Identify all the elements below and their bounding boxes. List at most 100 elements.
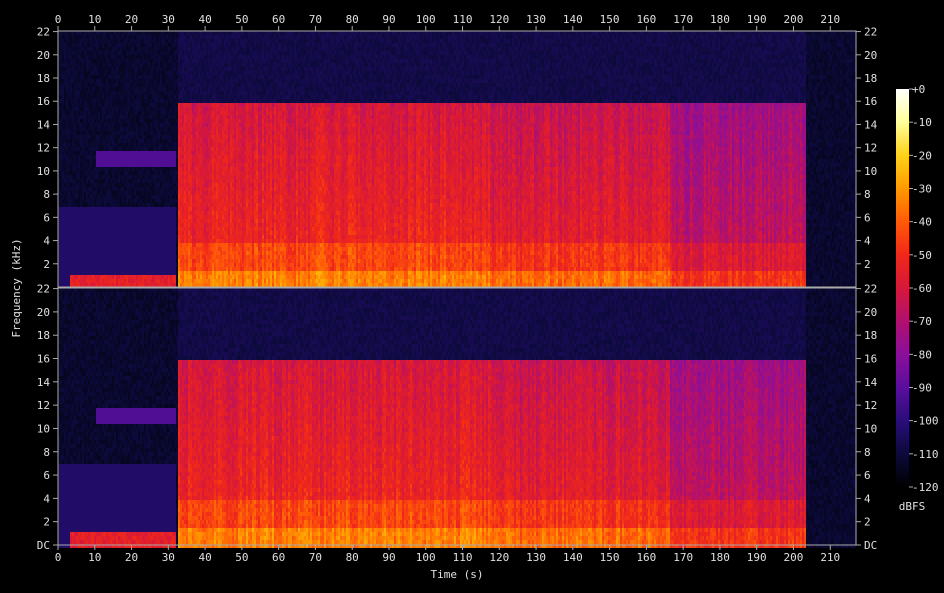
spectrogram-cell bbox=[118, 95, 120, 99]
spectrogram-cell bbox=[64, 151, 66, 155]
spectrogram-cell bbox=[196, 155, 198, 159]
spectrogram-cell bbox=[182, 199, 184, 203]
spectrogram-cell bbox=[194, 95, 196, 99]
spectrogram-cell bbox=[60, 63, 62, 67]
spectrogram-cell bbox=[128, 207, 130, 211]
spectrogram-cell bbox=[194, 159, 196, 163]
spectrogram-cell bbox=[132, 159, 134, 163]
spectrogram-cell bbox=[106, 95, 108, 99]
spectrogram-cell bbox=[70, 251, 72, 255]
spectrogram-cell bbox=[198, 219, 200, 223]
spectrogram-cell bbox=[138, 107, 140, 111]
spectrogram-cell bbox=[172, 39, 174, 43]
spectrogram-cell bbox=[140, 215, 142, 219]
spectrogram-cell bbox=[90, 195, 92, 199]
spectrogram-cell bbox=[180, 55, 182, 59]
spectrogram-cell bbox=[78, 51, 80, 55]
spectrogram-cell bbox=[114, 143, 116, 147]
spectrogram-cell bbox=[130, 151, 132, 155]
spectrogram-cell bbox=[86, 99, 88, 103]
spectrogram-cell bbox=[210, 67, 212, 71]
spectrogram-cell bbox=[138, 139, 140, 143]
spectrogram-cell bbox=[200, 227, 202, 231]
spectrogram-cell bbox=[114, 87, 116, 91]
spectrogram-cell bbox=[186, 259, 188, 263]
spectrogram-cell bbox=[118, 115, 120, 119]
spectrogram-cell bbox=[68, 47, 70, 51]
spectrogram-cell bbox=[140, 183, 142, 187]
spectrogram-cell bbox=[98, 255, 100, 259]
spectrogram-cell bbox=[170, 135, 172, 139]
spectrogram-cell bbox=[116, 43, 118, 47]
spectrogram-cell bbox=[92, 191, 94, 195]
spectrogram-cell bbox=[126, 99, 128, 103]
spectrogram-cell bbox=[204, 135, 206, 139]
spectrogram-cell bbox=[208, 135, 210, 139]
spectrogram-cell bbox=[148, 155, 150, 159]
spectrogram-cell bbox=[144, 219, 146, 223]
spectrogram-cell bbox=[76, 111, 78, 115]
spectrogram-cell bbox=[202, 199, 204, 203]
spectrogram-cell bbox=[94, 227, 96, 231]
spectrogram-cell bbox=[172, 47, 174, 51]
spectrogram-cell bbox=[78, 267, 80, 271]
spectrogram-cell bbox=[132, 83, 134, 87]
spectrogram-cell bbox=[68, 147, 70, 151]
spectrogram-cell bbox=[136, 123, 138, 127]
spectrogram-cell bbox=[172, 195, 174, 199]
spectrogram-cell bbox=[186, 91, 188, 95]
spectrogram-cell bbox=[128, 95, 130, 99]
spectrogram-cell bbox=[108, 187, 110, 191]
spectrogram-cell bbox=[110, 231, 112, 235]
spectrogram-cell bbox=[110, 203, 112, 207]
spectrogram-cell bbox=[86, 159, 88, 163]
spectrogram-cell bbox=[148, 159, 150, 163]
spectrogram-cell bbox=[142, 279, 144, 283]
spectrogram-cell bbox=[210, 71, 212, 75]
spectrogram-cell bbox=[74, 251, 76, 255]
spectrogram-cell bbox=[174, 267, 176, 271]
spectrogram-cell bbox=[78, 139, 80, 143]
spectrogram-cell bbox=[208, 231, 210, 235]
spectrogram-cell bbox=[76, 71, 78, 75]
spectrogram-cell bbox=[192, 155, 194, 159]
spectrogram-cell bbox=[118, 167, 120, 171]
spectrogram-cell bbox=[120, 79, 122, 83]
spectrogram-cell bbox=[84, 139, 86, 143]
spectrogram-cell bbox=[72, 187, 74, 191]
spectrogram-cell bbox=[86, 55, 88, 59]
spectrogram-cell bbox=[100, 47, 102, 51]
spectrogram-cell bbox=[158, 247, 160, 251]
spectrogram-cell bbox=[192, 91, 194, 95]
spectrogram-cell bbox=[128, 267, 130, 271]
spectrogram-cell bbox=[148, 111, 150, 115]
spectrogram-cell bbox=[112, 155, 114, 159]
spectrogram-cell bbox=[174, 123, 176, 127]
spectrogram-cell bbox=[154, 111, 156, 115]
spectrogram-cell bbox=[188, 111, 190, 115]
spectrogram-cell bbox=[208, 235, 210, 239]
spectrogram-cell bbox=[182, 239, 184, 243]
spectrogram-cell bbox=[166, 131, 168, 135]
spectrogram-cell bbox=[206, 235, 208, 239]
spectrogram-cell bbox=[70, 131, 72, 135]
spectrogram-cell bbox=[200, 83, 202, 87]
spectrogram-cell bbox=[76, 183, 78, 187]
spectrogram-cell bbox=[126, 79, 128, 83]
spectrogram-cell bbox=[196, 195, 198, 199]
spectrogram-cell bbox=[90, 191, 92, 195]
spectrogram-cell bbox=[136, 71, 138, 75]
spectrogram-cell bbox=[168, 271, 170, 275]
spectrogram-cell bbox=[178, 239, 180, 243]
spectrogram-cell bbox=[176, 135, 178, 139]
spectrogram-cell bbox=[124, 59, 126, 63]
spectrogram-cell bbox=[166, 219, 168, 223]
spectrogram-cell bbox=[196, 199, 198, 203]
spectrogram-cell bbox=[134, 263, 136, 267]
spectrogram-cell bbox=[74, 167, 76, 171]
spectrogram-cell bbox=[166, 115, 168, 119]
spectrogram-cell bbox=[192, 67, 194, 71]
spectrogram-cell bbox=[74, 199, 76, 203]
spectrogram-cell bbox=[172, 191, 174, 195]
spectrogram-cell bbox=[72, 131, 74, 135]
